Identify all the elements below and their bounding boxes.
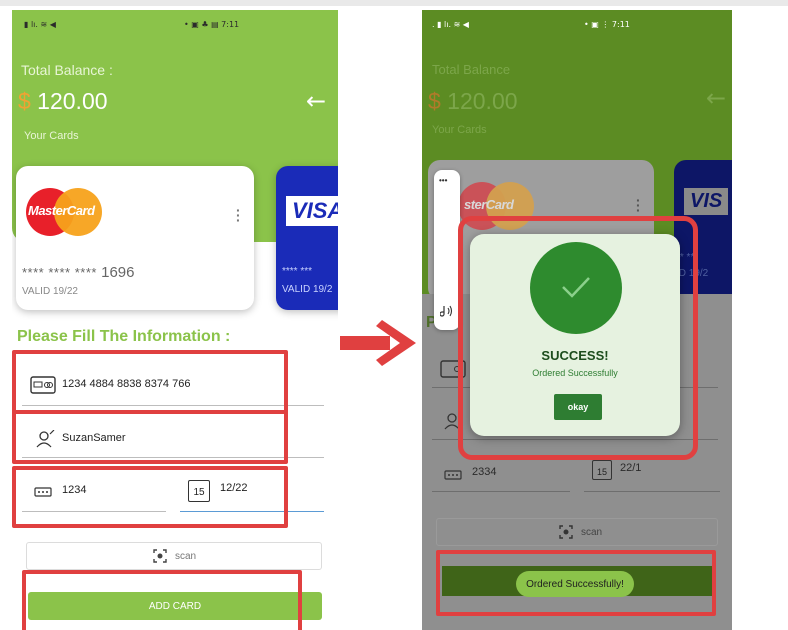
balance-value: 120.00 (30, 88, 108, 114)
visa-mask: **** *** (282, 266, 313, 277)
status-icons-left: . ▮ lı. ≋ ◀ (432, 20, 469, 29)
scan-icon (153, 549, 167, 563)
highlight-name (12, 410, 288, 464)
highlight-dialog (458, 216, 698, 460)
cvv-field-dimmed: 2334 (432, 456, 570, 492)
top-divider (0, 0, 788, 6)
cvv-icon (444, 470, 462, 480)
highlight-add-card (22, 570, 302, 630)
left-phone-screen: ▮ lı. ≋ ◀ • ▣ ♣ ▤ 7:11 Total Balance : $… (12, 10, 338, 630)
sound-icon[interactable] (440, 304, 454, 318)
visa-valid: VALID 19/2 (282, 284, 333, 295)
balance-amount: $ 120.00 (18, 88, 108, 115)
visa-card[interactable]: VISA **** *** VALID 19/2 (276, 166, 338, 310)
balance-value: 120.00 (440, 88, 518, 114)
status-icons-right: • ▣ ⋮ 7:11 (584, 20, 630, 29)
card-last4: 1696 (101, 264, 135, 281)
visa-brand: VISA (286, 196, 338, 226)
more-vert-icon: · · · (636, 192, 641, 218)
floating-side-panel[interactable]: ••• (434, 170, 460, 330)
expiry-field-dimmed: 15 22/1 (584, 456, 720, 492)
scan-label: scan (581, 527, 603, 538)
mastercard-brand: MasterCard (28, 203, 95, 218)
currency-symbol: $ (18, 88, 31, 114)
highlight-toast (436, 550, 716, 616)
currency-symbol: $ (428, 88, 441, 114)
calendar-day: 15 (596, 467, 607, 477)
status-icons-right: • ▣ ♣ ▤ 7:11 (184, 20, 240, 29)
panel-dots: ••• (439, 176, 448, 185)
highlight-card-number (12, 350, 288, 414)
highlight-cvv-expiry (12, 466, 288, 528)
card-mask: **** **** **** (22, 265, 97, 280)
back-arrow-icon[interactable]: ← (306, 87, 326, 115)
status-icons-left: ▮ lı. ≋ ◀ (24, 20, 56, 29)
cvv-value: 2334 (472, 466, 497, 478)
total-balance-label: Total Balance : (21, 62, 113, 78)
card-number: **** **** **** 1696 (22, 264, 134, 281)
expiry-value: 22/1 (620, 462, 642, 474)
scan-icon (559, 525, 573, 539)
mastercard-logo: MasterCard (26, 188, 102, 236)
your-cards-label: Your Cards (24, 130, 79, 142)
visa-brand: VIS (684, 188, 729, 215)
form-title: Please Fill The Information : (17, 328, 231, 345)
status-bar: . ▮ lı. ≋ ◀ • ▣ ⋮ 7:11 (422, 10, 732, 42)
right-phone-screen: . ▮ lı. ≋ ◀ • ▣ ⋮ 7:11 Total Balance $ 1… (422, 10, 732, 630)
mastercard-card[interactable]: MasterCard · · · **** **** **** 1696 VALID… (16, 166, 254, 310)
more-vert-icon[interactable]: · · · (236, 203, 241, 227)
scan-button[interactable]: scan (26, 542, 322, 570)
scan-label: scan (175, 551, 197, 562)
scan-button-dimmed: scan (436, 518, 718, 546)
total-balance-label: Total Balance (432, 62, 511, 77)
calendar-icon: 15 (592, 460, 612, 480)
back-arrow-icon[interactable]: ← (706, 84, 726, 112)
status-bar: ▮ lı. ≋ ◀ • ▣ ♣ ▤ 7:11 (12, 10, 338, 42)
balance-amount: $ 120.00 (428, 88, 518, 115)
mastercard-brand: sterCard (464, 197, 514, 212)
your-cards-label: Your Cards (432, 124, 487, 136)
card-valid: VALID 19/22 (22, 286, 78, 297)
right-arrow-icon (340, 320, 416, 366)
